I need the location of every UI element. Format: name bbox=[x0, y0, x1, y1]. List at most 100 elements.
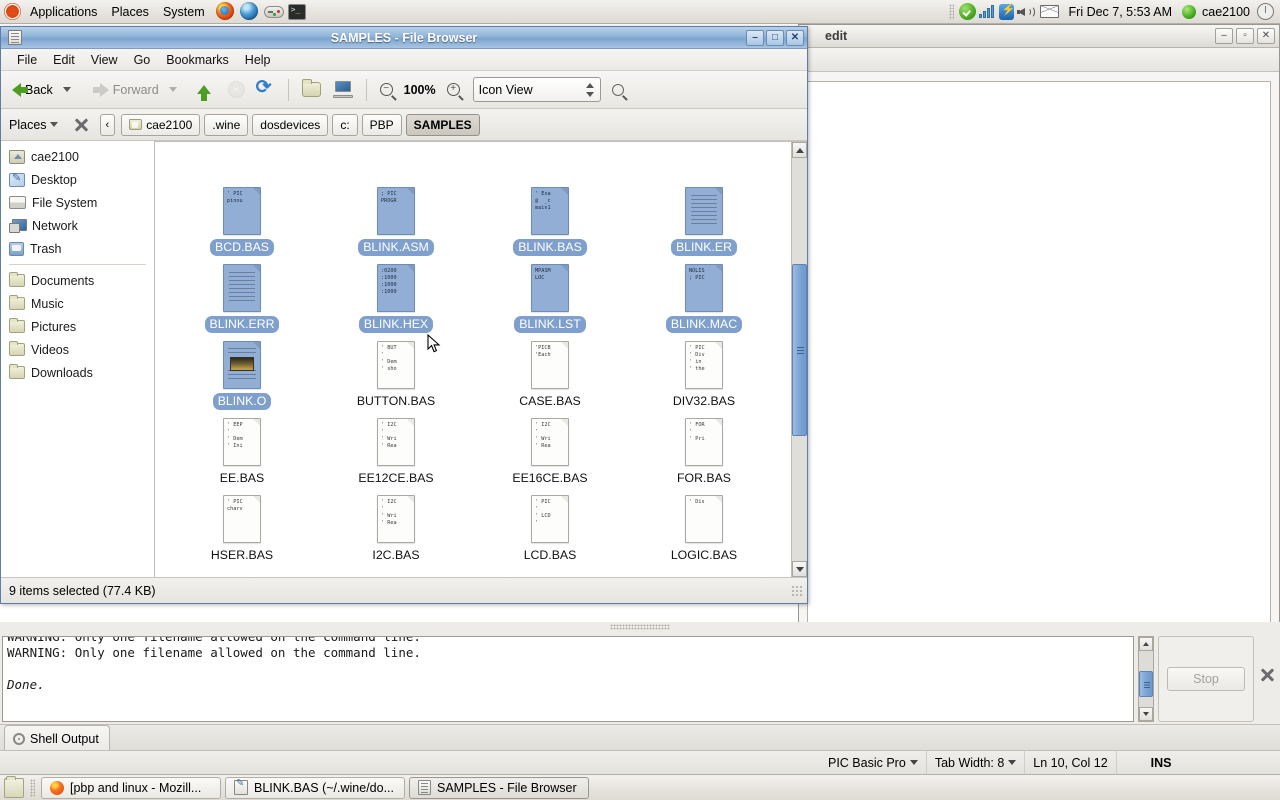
file-name-label[interactable]: CASE.BAS bbox=[514, 393, 586, 410]
taskbar-button[interactable]: SAMPLES - File Browser bbox=[409, 776, 589, 799]
file-item[interactable]: ASMINT17.BAS bbox=[627, 142, 781, 181]
file-name-label[interactable]: BLINK.ER bbox=[670, 239, 738, 256]
zoom-level[interactable]: 100% bbox=[400, 83, 440, 97]
breadcrumb-item-c[interactable]: c: bbox=[332, 113, 358, 136]
sidebar-item-cae2100[interactable]: cae2100 bbox=[1, 145, 154, 168]
file-item[interactable]: MPASM LOC BLINK.LST bbox=[473, 258, 627, 335]
file-item[interactable]: :0200:1000:1000:1000 BLINK.HEX bbox=[319, 258, 473, 335]
sidebar-item-pictures[interactable]: Pictures bbox=[1, 315, 154, 338]
places-dropdown[interactable]: Places bbox=[9, 118, 58, 132]
thunderbird-icon[interactable] bbox=[239, 1, 260, 22]
file-browser-titlebar[interactable]: SAMPLES - File Browser – □ ✕ bbox=[1, 27, 807, 49]
file-item[interactable]: ADCIN8.BAS bbox=[165, 142, 319, 181]
file-item[interactable]: BLINK.O bbox=[165, 335, 319, 412]
file-name-label[interactable]: EE16CE.BAS bbox=[507, 470, 592, 487]
forward-button[interactable]: Forward bbox=[79, 80, 164, 100]
user-name[interactable]: cae2100 bbox=[1199, 5, 1254, 19]
file-name-label[interactable]: BLINK.ERR bbox=[204, 316, 280, 333]
close-sidebar-button[interactable] bbox=[74, 118, 88, 132]
file-name-label[interactable]: LOGIC.BAS bbox=[666, 547, 742, 564]
firefox-icon[interactable] bbox=[215, 1, 236, 22]
search-button[interactable] bbox=[607, 81, 629, 99]
panel-menu-places[interactable]: Places bbox=[104, 1, 156, 23]
stop-button[interactable]: Stop bbox=[1167, 667, 1245, 691]
file-name-label[interactable]: EE.BAS bbox=[215, 470, 269, 487]
reload-button[interactable] bbox=[252, 76, 280, 102]
file-item[interactable]: NOLIS; PIC BLINK.MAC bbox=[627, 258, 781, 335]
shell-output-text[interactable]: WARNING: Only one filename allowed on th… bbox=[2, 636, 1134, 722]
panel-menu-system[interactable]: System bbox=[156, 1, 212, 23]
zoom-in-button[interactable]: + bbox=[442, 80, 465, 99]
menu-file[interactable]: File bbox=[9, 51, 45, 69]
file-name-label[interactable]: BLINK.MAC bbox=[665, 316, 743, 333]
shell-scroll-up-button[interactable] bbox=[1139, 637, 1153, 651]
bg-minimize-button[interactable]: – bbox=[1215, 28, 1233, 44]
zoom-out-button[interactable]: − bbox=[375, 80, 398, 99]
power-icon[interactable] bbox=[1257, 3, 1274, 20]
file-name-label[interactable]: BLINK.ASM bbox=[358, 239, 434, 256]
file-item[interactable]: ASMINT.BAS bbox=[473, 142, 627, 181]
file-name-label[interactable]: BUTTON.BAS bbox=[352, 393, 440, 410]
back-history-chevron-down-icon[interactable] bbox=[62, 87, 71, 92]
close-button[interactable]: ✕ bbox=[786, 29, 804, 46]
file-item[interactable]: ' I2C ' ' Wri ' Rea I2C.BAS bbox=[319, 489, 473, 566]
forward-history-chevron-down-icon[interactable] bbox=[168, 87, 177, 92]
menu-edit[interactable]: Edit bbox=[45, 51, 83, 69]
sidebar-item-network[interactable]: Network bbox=[1, 214, 154, 237]
gamepad-icon[interactable] bbox=[263, 2, 284, 22]
user-status-icon[interactable] bbox=[1182, 4, 1197, 19]
breadcrumb-scroll-left-button[interactable]: ‹ bbox=[99, 113, 116, 136]
back-button[interactable]: Back bbox=[7, 80, 58, 100]
file-view[interactable]: ADCIN8.BASADCIN10.BASASMINT.BASASMINT17.… bbox=[155, 141, 807, 577]
ubuntu-logo-icon[interactable] bbox=[4, 3, 21, 20]
resize-grip[interactable] bbox=[790, 583, 804, 598]
file-name-label[interactable]: EE12CE.BAS bbox=[353, 470, 438, 487]
tab-width-selector[interactable]: Tab Width: 8 bbox=[927, 751, 1026, 774]
file-item[interactable]: ; PIC PROGR BLINK.ASM bbox=[319, 181, 473, 258]
sidebar-item-videos[interactable]: Videos bbox=[1, 338, 154, 361]
volume-icon[interactable] bbox=[1016, 4, 1037, 20]
sidebar-item-desktop[interactable]: Desktop bbox=[1, 168, 154, 191]
file-name-label[interactable]: FOR.BAS bbox=[672, 470, 736, 487]
breadcrumb-item-samples[interactable]: SAMPLES bbox=[405, 113, 480, 136]
file-name-label[interactable]: LCD.BAS bbox=[519, 547, 582, 564]
menu-go[interactable]: Go bbox=[126, 51, 159, 69]
language-selector[interactable]: PIC Basic Pro bbox=[820, 751, 927, 774]
view-mode-select[interactable]: Icon View bbox=[472, 77, 601, 102]
file-item[interactable]: BLINK.ERR bbox=[165, 258, 319, 335]
file-view-scrollbar[interactable] bbox=[791, 142, 807, 577]
file-name-label[interactable]: BLINK.BAS bbox=[513, 239, 587, 256]
computer-button[interactable] bbox=[328, 78, 358, 101]
bg-maximize-button[interactable]: ▫ bbox=[1236, 28, 1254, 44]
up-button[interactable] bbox=[187, 82, 221, 101]
pane-splitter[interactable] bbox=[0, 622, 1280, 632]
close-pane-button[interactable] bbox=[1260, 668, 1274, 682]
file-item[interactable]: ' PIC ' Div ' in ' the DIV32.BAS bbox=[627, 335, 781, 412]
shell-scrollbar[interactable] bbox=[1138, 636, 1154, 722]
shell-scrollbar-thumb[interactable] bbox=[1139, 671, 1153, 697]
taskbar-button[interactable]: BLINK.BAS (~/.wine/do... bbox=[225, 776, 405, 799]
sidebar-item-downloads[interactable]: Downloads bbox=[1, 361, 154, 384]
terminal-icon[interactable] bbox=[287, 2, 308, 22]
bluetooth-icon[interactable] bbox=[998, 3, 1015, 20]
breadcrumb-item-wine[interactable]: .wine bbox=[204, 113, 249, 136]
file-name-label[interactable]: DIV32.BAS bbox=[668, 393, 740, 410]
sidebar-item-music[interactable]: Music bbox=[1, 292, 154, 315]
shell-scroll-down-button[interactable] bbox=[1139, 707, 1153, 721]
clock[interactable]: Fri Dec 7, 5:53 AM bbox=[1062, 5, 1180, 19]
file-name-label[interactable]: I2C.BAS bbox=[367, 547, 424, 564]
file-item[interactable]: ' EEP ' ' Dem ' Ini EE.BAS bbox=[165, 412, 319, 489]
show-desktop-button[interactable] bbox=[4, 775, 24, 798]
home-button[interactable] bbox=[297, 79, 326, 100]
tab-shell-output[interactable]: Shell Output bbox=[4, 725, 110, 751]
file-item[interactable]: ' PIC charv HSER.BAS bbox=[165, 489, 319, 566]
file-name-label[interactable]: BCD.BAS bbox=[210, 239, 274, 256]
file-item[interactable]: ' I2C ' ' Wri ' Rea EE12CE.BAS bbox=[319, 412, 473, 489]
file-item[interactable]: ' FOR ' ' Pri FOR.BAS bbox=[627, 412, 781, 489]
sidebar-item-documents[interactable]: Documents bbox=[1, 269, 154, 292]
file-name-label[interactable]: HSER.BAS bbox=[206, 547, 278, 564]
sidebar-item-trash[interactable]: Trash bbox=[1, 237, 154, 260]
bg-close-button[interactable]: ✕ bbox=[1257, 28, 1275, 44]
file-item[interactable]: BLINK.ER bbox=[627, 181, 781, 258]
file-item[interactable]: ADCIN10.BAS bbox=[319, 142, 473, 181]
